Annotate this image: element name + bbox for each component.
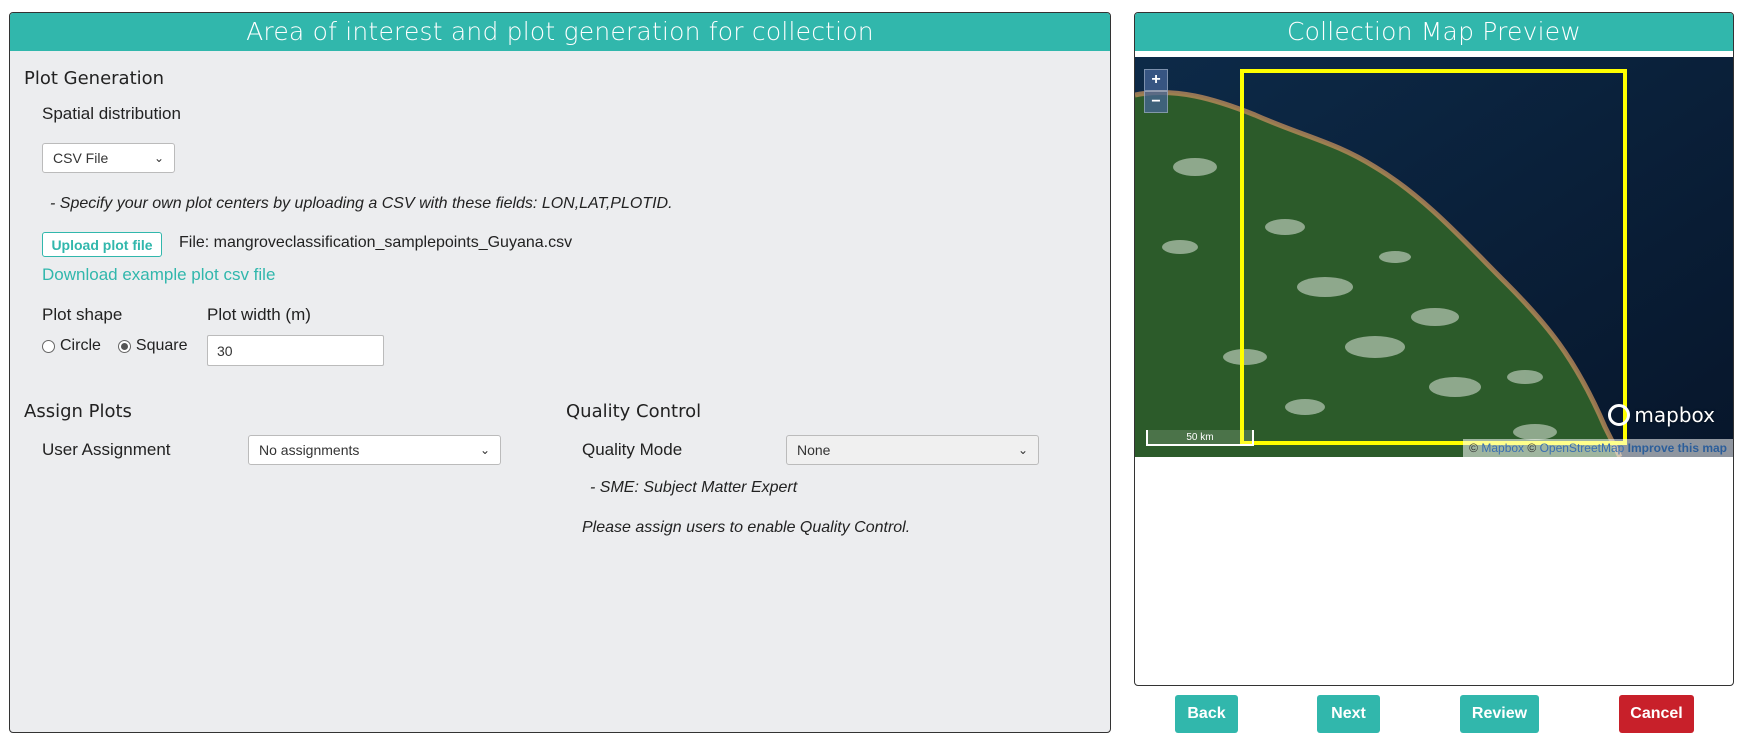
panel-title: Area of interest and plot generation for… bbox=[10, 13, 1110, 51]
back-button[interactable]: Back bbox=[1175, 695, 1238, 733]
csv-hint-text: - Specify your own plot centers by uploa… bbox=[50, 195, 673, 212]
upload-plot-file-button[interactable]: Upload plot file bbox=[42, 232, 162, 257]
mapbox-logo-text: mapbox bbox=[1634, 403, 1715, 427]
uploaded-file-name: File: mangroveclassification_samplepoint… bbox=[179, 234, 573, 251]
quality-mode-select[interactable]: None ⌄ bbox=[786, 435, 1039, 465]
plot-width-input[interactable]: 30 bbox=[207, 335, 384, 366]
user-assignment-select[interactable]: No assignments ⌄ bbox=[248, 435, 501, 465]
attribution-mapbox-link[interactable]: Mapbox bbox=[1481, 441, 1524, 455]
review-button[interactable]: Review bbox=[1460, 695, 1539, 733]
square-radio-label: Square bbox=[135, 337, 188, 354]
plot-shape-label: Plot shape bbox=[42, 305, 123, 324]
chevron-down-icon: ⌄ bbox=[1017, 443, 1028, 457]
assign-plots-heading: Assign Plots bbox=[24, 401, 132, 422]
plot-generation-panel: Area of interest and plot generation for… bbox=[9, 12, 1111, 733]
user-assignment-value: No assignments bbox=[259, 442, 360, 458]
circle-radio-label: Circle bbox=[60, 337, 101, 354]
panel-title: Collection Map Preview bbox=[1135, 13, 1733, 51]
quality-enable-note: Please assign users to enable Quality Co… bbox=[582, 519, 911, 536]
download-example-link[interactable]: Download example plot csv file bbox=[42, 265, 275, 285]
scale-bar: 50 km bbox=[1146, 430, 1254, 446]
quality-mode-label: Quality Mode bbox=[582, 440, 683, 459]
spatial-distribution-label: Spatial distribution bbox=[42, 104, 181, 123]
satellite-imagery bbox=[1135, 57, 1733, 457]
map-preview[interactable]: + − 50 km mapbox © Mapbox © OpenStreetMa… bbox=[1135, 57, 1733, 457]
plot-shape-options: Circle Square bbox=[42, 337, 187, 355]
chevron-down-icon: ⌄ bbox=[153, 151, 164, 165]
improve-map-link[interactable]: Improve this map bbox=[1628, 441, 1727, 455]
user-assignment-label: User Assignment bbox=[42, 440, 171, 459]
attribution-osm-link[interactable]: OpenStreetMap bbox=[1540, 441, 1625, 455]
map-attribution: © Mapbox © OpenStreetMap Improve this ma… bbox=[1463, 439, 1733, 457]
sme-note: - SME: Subject Matter Expert bbox=[590, 479, 798, 496]
cancel-button[interactable]: Cancel bbox=[1619, 695, 1694, 733]
attribution-copyright: © bbox=[1469, 441, 1478, 455]
quality-control-heading: Quality Control bbox=[566, 401, 702, 422]
spatial-distribution-value: CSV File bbox=[53, 150, 109, 166]
chevron-down-icon: ⌄ bbox=[479, 443, 490, 457]
map-preview-panel: Collection Map Preview + − 50 km mapbox … bbox=[1134, 12, 1734, 686]
quality-mode-value: None bbox=[797, 442, 831, 458]
zoom-in-button[interactable]: + bbox=[1144, 69, 1168, 91]
square-radio[interactable] bbox=[117, 339, 131, 353]
plot-generation-heading: Plot Generation bbox=[24, 68, 165, 89]
spatial-distribution-select[interactable]: CSV File ⌄ bbox=[42, 143, 175, 173]
circle-radio[interactable] bbox=[42, 339, 55, 353]
mapbox-logo: mapbox bbox=[1608, 403, 1715, 427]
plot-width-label: Plot width (m) bbox=[207, 305, 311, 324]
zoom-out-button[interactable]: − bbox=[1144, 91, 1168, 113]
next-button[interactable]: Next bbox=[1317, 695, 1380, 733]
attribution-copyright: © bbox=[1527, 441, 1537, 455]
mapbox-logo-icon bbox=[1608, 404, 1631, 426]
